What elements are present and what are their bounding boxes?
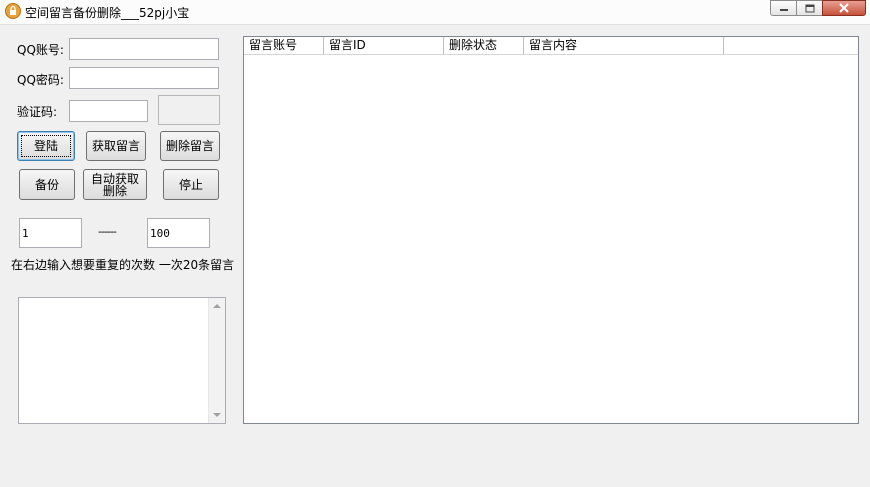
login-button[interactable]: 登陆 [17, 131, 75, 161]
title-bar: 空间留言备份删除___52pj小宝 [0, 0, 870, 25]
app-lock-icon [5, 3, 21, 19]
main-panel: QQ账号: QQ密码: 验证码: 登陆 获取留言 删除留言 备份 自动获取 删除… [0, 25, 870, 487]
qq-account-label: QQ账号: [17, 43, 64, 57]
range-end-input[interactable] [147, 218, 210, 248]
qq-account-input[interactable] [69, 38, 219, 60]
column-header-content[interactable]: 留言内容 [524, 37, 724, 54]
stop-label: 停止 [178, 177, 203, 192]
range-start-input[interactable] [19, 218, 82, 248]
auto-fetch-delete-button[interactable]: 自动获取 删除 [83, 169, 147, 200]
qq-password-label: QQ密码: [17, 73, 64, 87]
table-header: 留言账号 留言ID 删除状态 留言内容 [244, 37, 858, 55]
fetch-messages-button[interactable]: 获取留言 [86, 131, 146, 161]
column-header-id[interactable]: 留言ID [324, 37, 444, 54]
range-separator: ------ [98, 225, 117, 238]
backup-label: 备份 [34, 177, 59, 192]
close-button[interactable] [822, 0, 866, 16]
range-hint: 在右边输入想要重复的次数 一次20条留言 [11, 258, 235, 272]
maximize-button[interactable] [796, 0, 822, 16]
log-scrollbar[interactable] [208, 298, 225, 423]
fetch-messages-label: 获取留言 [91, 139, 140, 153]
column-header-account[interactable]: 留言账号 [244, 37, 324, 54]
stop-button[interactable]: 停止 [163, 169, 219, 200]
scroll-down-icon[interactable] [213, 413, 221, 417]
qq-password-input[interactable] [69, 67, 219, 89]
delete-messages-button[interactable]: 删除留言 [160, 131, 220, 161]
backup-button[interactable]: 备份 [19, 169, 75, 200]
window-controls [770, 0, 866, 16]
maximize-icon [805, 4, 814, 12]
column-header-status[interactable]: 删除状态 [444, 37, 524, 54]
scroll-up-icon[interactable] [213, 304, 221, 308]
message-table[interactable]: 留言账号 留言ID 删除状态 留言内容 [243, 36, 859, 424]
captcha-input[interactable] [69, 100, 148, 122]
close-icon [839, 3, 849, 13]
auto-fetch-delete-label: 自动获取 删除 [90, 171, 139, 198]
focus-rect [21, 135, 71, 157]
log-textarea[interactable] [18, 297, 226, 424]
delete-messages-label: 删除留言 [165, 139, 214, 153]
captcha-label: 验证码: [17, 105, 58, 119]
window-title: 空间留言备份删除___52pj小宝 [25, 6, 190, 20]
minimize-icon [779, 9, 788, 11]
captcha-image[interactable] [158, 95, 220, 125]
minimize-button[interactable] [770, 0, 796, 16]
